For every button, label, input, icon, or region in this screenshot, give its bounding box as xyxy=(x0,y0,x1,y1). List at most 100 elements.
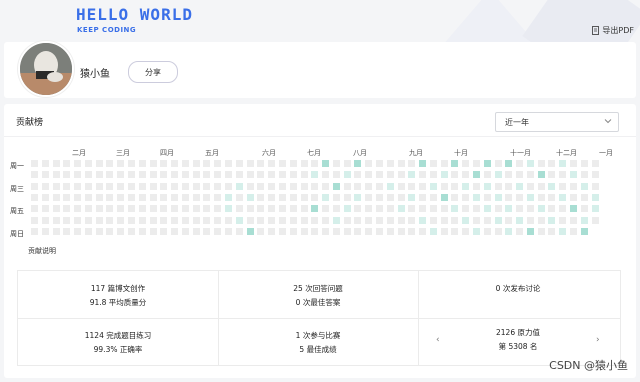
heatmap-cell[interactable] xyxy=(257,193,265,201)
heatmap-cell[interactable] xyxy=(311,160,319,167)
heatmap-cell[interactable] xyxy=(63,193,71,201)
heatmap-cell[interactable] xyxy=(332,227,340,235)
heatmap-cell[interactable] xyxy=(278,216,286,224)
heatmap-cell[interactable] xyxy=(160,160,168,167)
heatmap-cell[interactable] xyxy=(440,216,448,224)
heatmap-cell[interactable] xyxy=(311,205,319,213)
heatmap-cell[interactable] xyxy=(365,205,373,213)
heatmap-cell[interactable] xyxy=(278,171,286,179)
heatmap-cell[interactable] xyxy=(171,205,179,213)
heatmap-cell[interactable] xyxy=(354,205,362,213)
heatmap-cell[interactable] xyxy=(516,205,524,213)
heatmap-cell[interactable] xyxy=(181,205,189,213)
heatmap-cell[interactable] xyxy=(278,205,286,213)
heatmap-cell[interactable] xyxy=(408,227,416,235)
heatmap-cell[interactable] xyxy=(472,171,480,179)
heatmap-cell[interactable] xyxy=(462,205,470,213)
heatmap-cell[interactable] xyxy=(343,182,351,190)
stat-blog-posts[interactable]: 117 篇博文创作 xyxy=(18,283,218,294)
heatmap-cell[interactable] xyxy=(591,160,599,167)
heatmap-cell[interactable] xyxy=(559,182,567,190)
heatmap-cell[interactable] xyxy=(41,216,49,224)
heatmap-cell[interactable] xyxy=(440,182,448,190)
heatmap-cell[interactable] xyxy=(203,216,211,224)
export-pdf-button[interactable]: 导出PDF xyxy=(592,25,634,36)
heatmap-cell[interactable] xyxy=(225,205,233,213)
heatmap-cell[interactable] xyxy=(149,193,157,201)
heatmap-cell[interactable] xyxy=(505,216,513,224)
heatmap-cell[interactable] xyxy=(570,193,577,201)
heatmap-cell[interactable] xyxy=(63,182,71,190)
heatmap-cell[interactable] xyxy=(128,193,136,201)
heatmap-cell[interactable] xyxy=(505,205,513,213)
heatmap-cell[interactable] xyxy=(570,182,577,190)
heatmap-cell[interactable] xyxy=(192,205,200,213)
heatmap-cell[interactable] xyxy=(343,216,351,224)
heatmap-cell[interactable] xyxy=(580,160,588,167)
heatmap-cell[interactable] xyxy=(516,227,524,235)
heatmap-cell[interactable] xyxy=(472,182,480,190)
heatmap-cell[interactable] xyxy=(117,205,125,213)
heatmap-cell[interactable] xyxy=(106,216,114,224)
heatmap-cell[interactable] xyxy=(246,227,254,235)
heatmap-cell[interactable] xyxy=(171,227,179,235)
heatmap-cell[interactable] xyxy=(117,193,125,201)
heatmap-cell[interactable] xyxy=(570,171,577,179)
heatmap-cell[interactable] xyxy=(31,171,38,179)
heatmap-cell[interactable] xyxy=(559,193,567,201)
heatmap-cell[interactable] xyxy=(419,182,427,190)
heatmap-cell[interactable] xyxy=(117,182,125,190)
heatmap-cell[interactable] xyxy=(332,171,340,179)
heatmap-cell[interactable] xyxy=(472,193,480,201)
heatmap-cell[interactable] xyxy=(192,171,200,179)
heatmap-cell[interactable] xyxy=(505,160,513,167)
heatmap-cell[interactable] xyxy=(203,193,211,201)
heatmap-cell[interactable] xyxy=(138,182,146,190)
heatmap-cell[interactable] xyxy=(451,216,459,224)
heatmap-cell[interactable] xyxy=(235,216,243,224)
heatmap-cell[interactable] xyxy=(397,171,405,179)
heatmap-cell[interactable] xyxy=(192,227,200,235)
heatmap-cell[interactable] xyxy=(494,205,502,213)
chevron-right-icon[interactable]: › xyxy=(596,335,600,345)
heatmap-cell[interactable] xyxy=(52,182,60,190)
heatmap-cell[interactable] xyxy=(483,171,491,179)
heatmap-cell[interactable] xyxy=(95,182,103,190)
avatar[interactable] xyxy=(18,41,74,97)
heatmap-cell[interactable] xyxy=(537,160,545,167)
heatmap-cell[interactable] xyxy=(570,205,577,213)
heatmap-cell[interactable] xyxy=(451,227,459,235)
heatmap-cell[interactable] xyxy=(225,160,233,167)
heatmap-cell[interactable] xyxy=(354,227,362,235)
heatmap-cell[interactable] xyxy=(149,216,157,224)
heatmap-cell[interactable] xyxy=(386,171,394,179)
heatmap-cell[interactable] xyxy=(95,227,103,235)
heatmap-cell[interactable] xyxy=(548,227,556,235)
heatmap-cell[interactable] xyxy=(117,171,125,179)
heatmap-cell[interactable] xyxy=(375,160,383,167)
heatmap-cell[interactable] xyxy=(375,182,383,190)
heatmap-cell[interactable] xyxy=(289,171,297,179)
heatmap-cell[interactable] xyxy=(397,216,405,224)
heatmap-cell[interactable] xyxy=(580,182,588,190)
heatmap-cell[interactable] xyxy=(31,227,38,235)
heatmap-cell[interactable] xyxy=(516,171,524,179)
heatmap-cell[interactable] xyxy=(559,160,567,167)
heatmap-cell[interactable] xyxy=(462,193,470,201)
heatmap-cell[interactable] xyxy=(235,160,243,167)
heatmap-cell[interactable] xyxy=(106,160,114,167)
heatmap-cell[interactable] xyxy=(354,216,362,224)
heatmap-cell[interactable] xyxy=(63,227,71,235)
heatmap-cell[interactable] xyxy=(472,227,480,235)
heatmap-cell[interactable] xyxy=(365,171,373,179)
heatmap-cell[interactable] xyxy=(181,160,189,167)
heatmap-cell[interactable] xyxy=(332,205,340,213)
heatmap-cell[interactable] xyxy=(462,182,470,190)
heatmap-cell[interactable] xyxy=(526,205,534,213)
heatmap-cell[interactable] xyxy=(214,171,222,179)
heatmap-cell[interactable] xyxy=(128,216,136,224)
stat-contests[interactable]: 1 次参与比赛 xyxy=(218,330,418,341)
heatmap-cell[interactable] xyxy=(74,160,82,167)
heatmap-cell[interactable] xyxy=(559,205,567,213)
heatmap-cell[interactable] xyxy=(386,182,394,190)
